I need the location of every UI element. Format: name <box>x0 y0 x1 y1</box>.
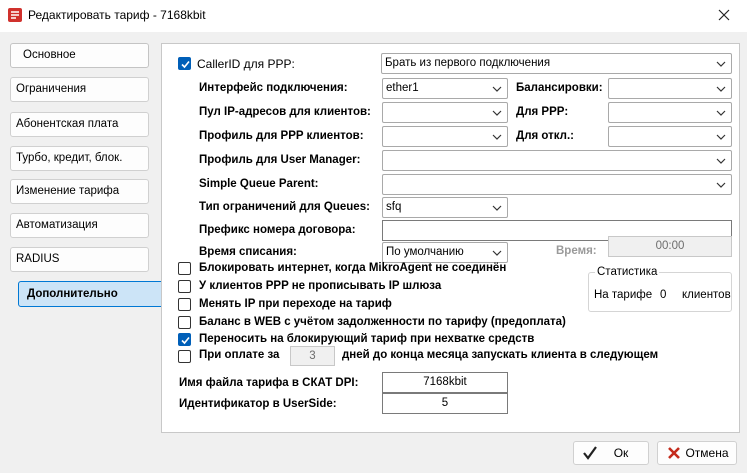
option-checkbox-no-gateway[interactable] <box>178 280 191 293</box>
option-checkbox-web-balance[interactable] <box>178 316 191 329</box>
chevron-down-icon <box>492 86 502 92</box>
chevron-down-icon <box>492 250 502 256</box>
skat-label: Имя файла тарифа в СКАТ DPI: <box>179 377 359 389</box>
payment-option-prefix: При оплате за <box>199 349 280 361</box>
nav-tab-limits[interactable]: Ограничения <box>10 77 149 102</box>
chevron-down-icon <box>716 134 726 140</box>
statistics-title: Статистика <box>595 266 660 278</box>
option-checkbox-move-to-blocking[interactable] <box>178 333 191 346</box>
chevron-down-icon <box>716 182 726 188</box>
queue-parent-select[interactable] <box>382 174 732 195</box>
nav-tab-additional[interactable]: Дополнительно <box>18 281 165 307</box>
nav-tab-subscription-fee[interactable]: Абонентская плата <box>10 112 149 137</box>
option-label-change-ip: Менять IP при переходе на тариф <box>199 298 392 310</box>
interface-select[interactable]: ether1 <box>382 78 508 99</box>
um-profile-label: Профиль для User Manager: <box>199 154 361 166</box>
option-checkbox-block-internet[interactable] <box>178 262 191 275</box>
option-label-web-balance: Баланс в WEB с учётом задолженности по т… <box>199 316 566 328</box>
callerid-label: CallerID для PPP: <box>197 57 295 71</box>
option-label-no-gateway: У клиентов PPP не прописывать IP шлюза <box>199 280 442 292</box>
payment-option-checkbox[interactable] <box>178 350 191 363</box>
chevron-down-icon <box>492 134 502 140</box>
time-input[interactable]: 00:00 <box>608 236 732 257</box>
time-label: Время: <box>556 245 597 257</box>
userside-label: Идентификатор в UserSide: <box>179 398 337 410</box>
chevron-down-icon <box>492 110 502 116</box>
statistics-suffix: клиентов <box>682 289 731 301</box>
ppp-profile-label: Профиль для PPP клиентов: <box>199 130 364 142</box>
chevron-down-icon <box>716 61 726 67</box>
nav-tab-automation[interactable]: Автоматизация <box>10 213 149 238</box>
app-icon <box>8 8 22 22</box>
for-ppp-label: Для PPP: <box>516 106 569 118</box>
payment-option-suffix: дней до конца месяца запускать клиента в… <box>342 349 659 361</box>
chevron-down-icon <box>716 86 726 92</box>
window-title: Редактировать тариф - 7168kbit <box>28 8 206 22</box>
queue-parent-label: Simple Queue Parent: <box>199 178 319 190</box>
balancers-label: Балансировки: <box>516 82 603 94</box>
callerid-checkbox[interactable] <box>178 57 191 70</box>
userside-input[interactable]: 5 <box>382 393 508 414</box>
balancers-select[interactable] <box>608 78 732 99</box>
option-checkbox-change-ip[interactable] <box>178 298 191 311</box>
ppp-profile-select[interactable] <box>382 126 508 147</box>
nav-tab-radius[interactable]: RADIUS <box>10 247 149 272</box>
um-profile-select[interactable] <box>382 150 732 171</box>
charge-time-select[interactable]: По умолчанию <box>382 242 508 263</box>
close-window-button[interactable] <box>701 0 747 32</box>
title-bar: Редактировать тариф - 7168kbit <box>0 0 747 32</box>
for-disabled-select[interactable] <box>608 126 732 147</box>
ip-pool-label: Пул IP-адресов для клиентов: <box>199 106 371 118</box>
chevron-down-icon <box>716 110 726 116</box>
chevron-down-icon <box>492 205 502 211</box>
queue-type-label: Тип ограничений для Queues: <box>199 201 370 213</box>
statistics-prefix: На тарифе <box>594 289 653 301</box>
ok-button[interactable]: Ок <box>573 441 649 465</box>
interface-label: Интерфейс подключения: <box>199 82 348 94</box>
ip-pool-select[interactable] <box>382 102 508 123</box>
charge-time-label: Время списания: <box>199 246 297 258</box>
callerid-select[interactable]: Брать из первого подключения <box>381 53 732 74</box>
option-label-block-internet: Блокировать интернет, когда MikroAgent н… <box>199 262 507 274</box>
close-icon <box>718 8 730 24</box>
queue-type-select[interactable]: sfq <box>382 197 508 218</box>
payment-days-input[interactable]: 3 <box>290 346 335 366</box>
chevron-down-icon <box>716 158 726 164</box>
nav-tab-main[interactable]: Основное <box>10 43 149 68</box>
for-disabled-label: Для откл.: <box>516 130 574 142</box>
skat-input[interactable]: 7168kbit <box>382 372 508 393</box>
for-ppp-select[interactable] <box>608 102 732 123</box>
contract-prefix-label: Префикс номера договора: <box>199 224 356 236</box>
statistics-count: 0 <box>660 289 667 301</box>
cancel-button[interactable]: Отмена <box>657 441 737 465</box>
nav-tab-tariff-change[interactable]: Изменение тарифа <box>10 179 149 204</box>
nav-tab-turbo-credit[interactable]: Турбо, кредит, блок. <box>10 146 149 171</box>
option-label-move-to-blocking: Переносить на блокирующий тариф при нехв… <box>199 333 535 345</box>
